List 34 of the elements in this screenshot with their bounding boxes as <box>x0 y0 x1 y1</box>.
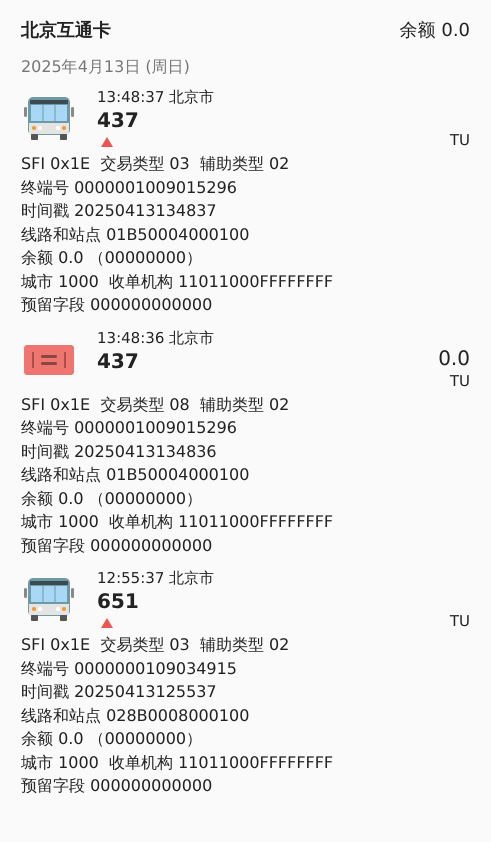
detail-line: 终端号 0000000109034915 <box>21 658 237 680</box>
detail-line: 时间戳 20250413134837 <box>21 200 217 222</box>
unit-text: TU <box>450 370 470 390</box>
unit-text: TU <box>450 611 470 631</box>
detail-line: 线路和站点 01B50004000100 <box>21 224 250 246</box>
time-location: 12:55:37 北京市 <box>97 569 214 587</box>
date-heading: 2025年4月13日 (周日) <box>21 57 191 78</box>
detail-line: 终端号 0000001009015296 <box>21 176 237 198</box>
detail-line: 余额 0.0 （00000000） <box>21 728 202 750</box>
amount-text: 0.0 <box>438 344 470 370</box>
route-number: 651 <box>97 588 139 615</box>
detail-line: 线路和站点 01B50004000100 <box>21 464 250 486</box>
detail-line: 城市 1000 收单机构 11011000FFFFFFFF <box>21 752 334 774</box>
detail-line: 时间戳 20250413125537 <box>21 681 217 703</box>
detail-line: 预留字段 000000000000 <box>21 534 212 556</box>
detail-line: 终端号 0000001009015296 <box>21 417 237 439</box>
balance-text: 余额 0.0 <box>400 19 470 42</box>
detail-line: 预留字段 000000000000 <box>21 775 212 797</box>
card-title: 北京互通卡 <box>21 19 111 42</box>
detail-line: 预留字段 000000000000 <box>21 294 212 316</box>
unit-text: TU <box>450 130 470 150</box>
route-number: 437 <box>97 107 139 134</box>
route-number: 437 <box>97 348 139 374</box>
detail-line: 余额 0.0 （00000000） <box>21 488 202 510</box>
detail-line: SFI 0x1E 交易类型 03 辅助类型 02 <box>21 153 290 175</box>
time-location: 13:48:37 北京市 <box>97 88 214 106</box>
detail-line: 线路和站点 028B0008000100 <box>21 704 250 726</box>
detail-line: 余额 0.0 （00000000） <box>21 247 202 269</box>
detail-line: SFI 0x1E 交易类型 08 辅助类型 02 <box>21 394 290 416</box>
detail-line: 城市 1000 收单机构 11011000FFFFFFFF <box>21 511 334 533</box>
time-location: 13:48:36 北京市 <box>97 328 214 346</box>
detail-line: SFI 0x1E 交易类型 03 辅助类型 02 <box>21 634 290 656</box>
detail-line: 时间戳 20250413134836 <box>21 440 217 462</box>
detail-line: 城市 1000 收单机构 11011000FFFFFFFF <box>21 270 334 292</box>
